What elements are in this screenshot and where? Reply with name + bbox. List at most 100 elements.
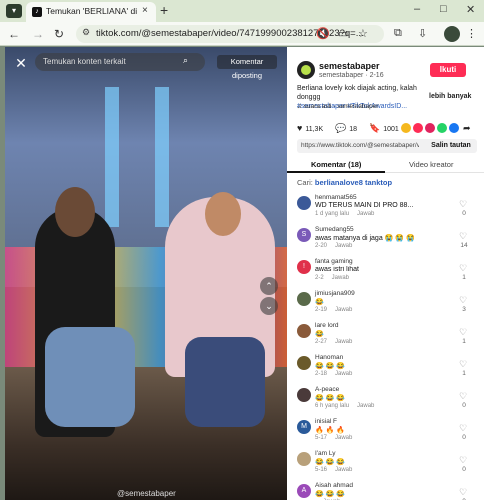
comment-username[interactable]: Hanoman (315, 354, 343, 361)
save-button[interactable]: 🔖 1001 (369, 123, 399, 134)
comment-like-count: 0 (462, 210, 466, 217)
comment-avatar[interactable] (297, 388, 311, 402)
whatsapp-icon[interactable] (437, 123, 447, 133)
comment-like-icon[interactable]: ♡ (459, 455, 467, 466)
reply-button[interactable]: Jawab (335, 307, 352, 313)
comment-username[interactable]: inisial F (315, 418, 337, 425)
comment-avatar[interactable] (297, 292, 311, 306)
reply-button[interactable]: Jawab (332, 275, 349, 281)
reply-button[interactable]: Jawab (335, 435, 352, 441)
comment-item: S Sumedang55 awas matanya di jaga 😭 😭 😭 2-2… (287, 225, 484, 257)
comment-meta: 2-2 Jawab (315, 275, 349, 281)
reply-button[interactable]: Jawab (335, 243, 352, 249)
comment-like-icon[interactable]: ♡ (459, 327, 467, 338)
menu-icon[interactable]: ⋮ (466, 27, 477, 40)
previous-video-button[interactable]: ⌃ (260, 277, 278, 295)
comment-username[interactable]: jimiusjana909 (315, 290, 355, 297)
person-left-legs (45, 327, 135, 427)
creator-username[interactable]: semestabaper (319, 61, 380, 71)
reply-button[interactable]: Jawab (357, 211, 374, 217)
related-search-input[interactable]: Temukan konten terkait (35, 53, 205, 71)
more-button[interactable]: lebih banyak (429, 93, 471, 100)
comment-like-icon[interactable]: ♡ (459, 487, 467, 498)
comment-meta: 1 d yang lalu Jawab (315, 211, 374, 217)
comment-item: henmamat565 WD TERUS MAIN DI PRO 88... 1 d… (287, 193, 484, 225)
tab-close-icon[interactable]: × (142, 5, 148, 16)
comment-avatar[interactable]: A (297, 484, 311, 498)
profile-avatar[interactable] (444, 26, 460, 42)
comment-username[interactable]: henmamat565 (315, 194, 357, 201)
comment-avatar[interactable]: M (297, 420, 311, 434)
comment-like-icon[interactable]: ♡ (459, 199, 467, 210)
comment-username[interactable]: A-peace (315, 386, 339, 393)
comment-like-icon[interactable]: ♡ (459, 231, 467, 242)
video-player[interactable]: ✕ Temukan konten terkait ⌕ Komentar dipo… (5, 47, 287, 500)
tab-comments[interactable]: Komentar (18) (311, 160, 361, 169)
related-search-keyword[interactable]: berlianalove8 tanktop (315, 178, 392, 187)
downloads-icon[interactable]: ⇩ (418, 27, 427, 40)
forward-icon[interactable]: → (32, 27, 44, 41)
comment-avatar[interactable] (297, 196, 311, 210)
comment-meta: 2-19 Jawab (315, 307, 352, 313)
comment-like-icon[interactable]: ♡ (459, 295, 467, 306)
comment-username[interactable]: fanta gaming (315, 258, 353, 265)
tab-creator-videos[interactable]: Video kreator (409, 160, 453, 169)
comment-avatar[interactable]: ! (297, 260, 311, 274)
facebook-icon[interactable] (449, 123, 459, 133)
comment-username[interactable]: Sumedang55 (315, 226, 354, 233)
video-link[interactable]: https://www.tiktok.com/@semestabaper/vid… (301, 142, 419, 149)
comment-avatar[interactable] (297, 356, 311, 370)
comment-avatar[interactable] (297, 324, 311, 338)
extensions-icon[interactable]: ⧉ (394, 27, 402, 40)
comment-avatar[interactable] (297, 452, 311, 466)
comment-text: 😂 (315, 331, 324, 338)
reply-button[interactable]: Jawab (335, 371, 352, 377)
comment-like-icon[interactable]: ♡ (459, 391, 467, 402)
person-right-head (205, 192, 241, 236)
music-link[interactable]: ♫ suara asli - semestabaper (297, 103, 378, 110)
mute-icon[interactable]: 🔇 (316, 27, 330, 40)
stage-light (105, 87, 119, 227)
comment-text: awas istri lihat (315, 266, 359, 273)
maximize-icon[interactable]: □ (440, 3, 447, 15)
search-icon[interactable]: ⌕ (183, 55, 188, 66)
follow-button[interactable]: Ikuti (430, 63, 466, 77)
new-tab-button[interactable]: + (160, 2, 168, 18)
share-embed-icon[interactable] (401, 123, 411, 133)
share-tiktok-icon[interactable] (413, 123, 423, 133)
close-video-icon[interactable]: ✕ (13, 55, 29, 71)
report-button[interactable]: Komentar diposting (217, 55, 277, 80)
copy-link-button[interactable]: Salin tautan (425, 139, 477, 153)
comment-button[interactable]: 💬 18 (335, 123, 357, 134)
comment-username[interactable]: lare lord (315, 322, 338, 329)
comment-like-icon[interactable]: ♡ (459, 423, 467, 434)
like-button[interactable]: ♥ 11,3K (297, 123, 323, 133)
close-window-icon[interactable]: ✕ (466, 3, 475, 16)
engagement-stats: ♥ 11,3K 💬 18 🔖 1001 ➦ (297, 123, 477, 135)
comment-item: jimiusjana909 😂 2-19 Jawab ♡ 3 (287, 289, 484, 321)
related-search[interactable]: Cari: berlianalove8 tanktop (297, 178, 392, 187)
browser-tab[interactable]: ♪ Temukan 'BERLIANA' di TikTok × (26, 2, 156, 22)
comment-item: ! fanta gaming awas istri lihat 2-2 Jawab ♡ 1 (287, 257, 484, 289)
creator-avatar[interactable] (297, 61, 315, 79)
reply-button[interactable]: Jawab (335, 339, 352, 345)
back-icon[interactable]: ← (8, 27, 20, 41)
site-info-icon[interactable]: ⚙ (82, 27, 90, 38)
comment-like-icon[interactable]: ♡ (459, 359, 467, 370)
share-send-icon[interactable] (425, 123, 435, 133)
reply-button[interactable]: Jawab (335, 467, 352, 473)
reply-button[interactable]: Jawab (357, 403, 374, 409)
comment-avatar[interactable]: S (297, 228, 311, 242)
cast-icon[interactable]: ▭ (338, 27, 348, 40)
share-more-icon[interactable]: ➦ (463, 123, 471, 134)
comment-username[interactable]: Aisah ahmad (315, 482, 353, 489)
reload-icon[interactable]: ↻ (54, 27, 64, 41)
bookmark-icon[interactable]: ☆ (358, 27, 368, 40)
minimize-icon[interactable]: – (414, 3, 420, 15)
comment-username[interactable]: I'am Ly (315, 450, 336, 457)
next-video-button[interactable]: ⌄ (260, 297, 278, 315)
comment-like-icon[interactable]: ♡ (459, 263, 467, 274)
comment-like-count: 0 (462, 466, 466, 473)
tab-search-button[interactable]: ▾ (6, 4, 22, 18)
comment-meta: 2-18 Jawab (315, 371, 352, 377)
